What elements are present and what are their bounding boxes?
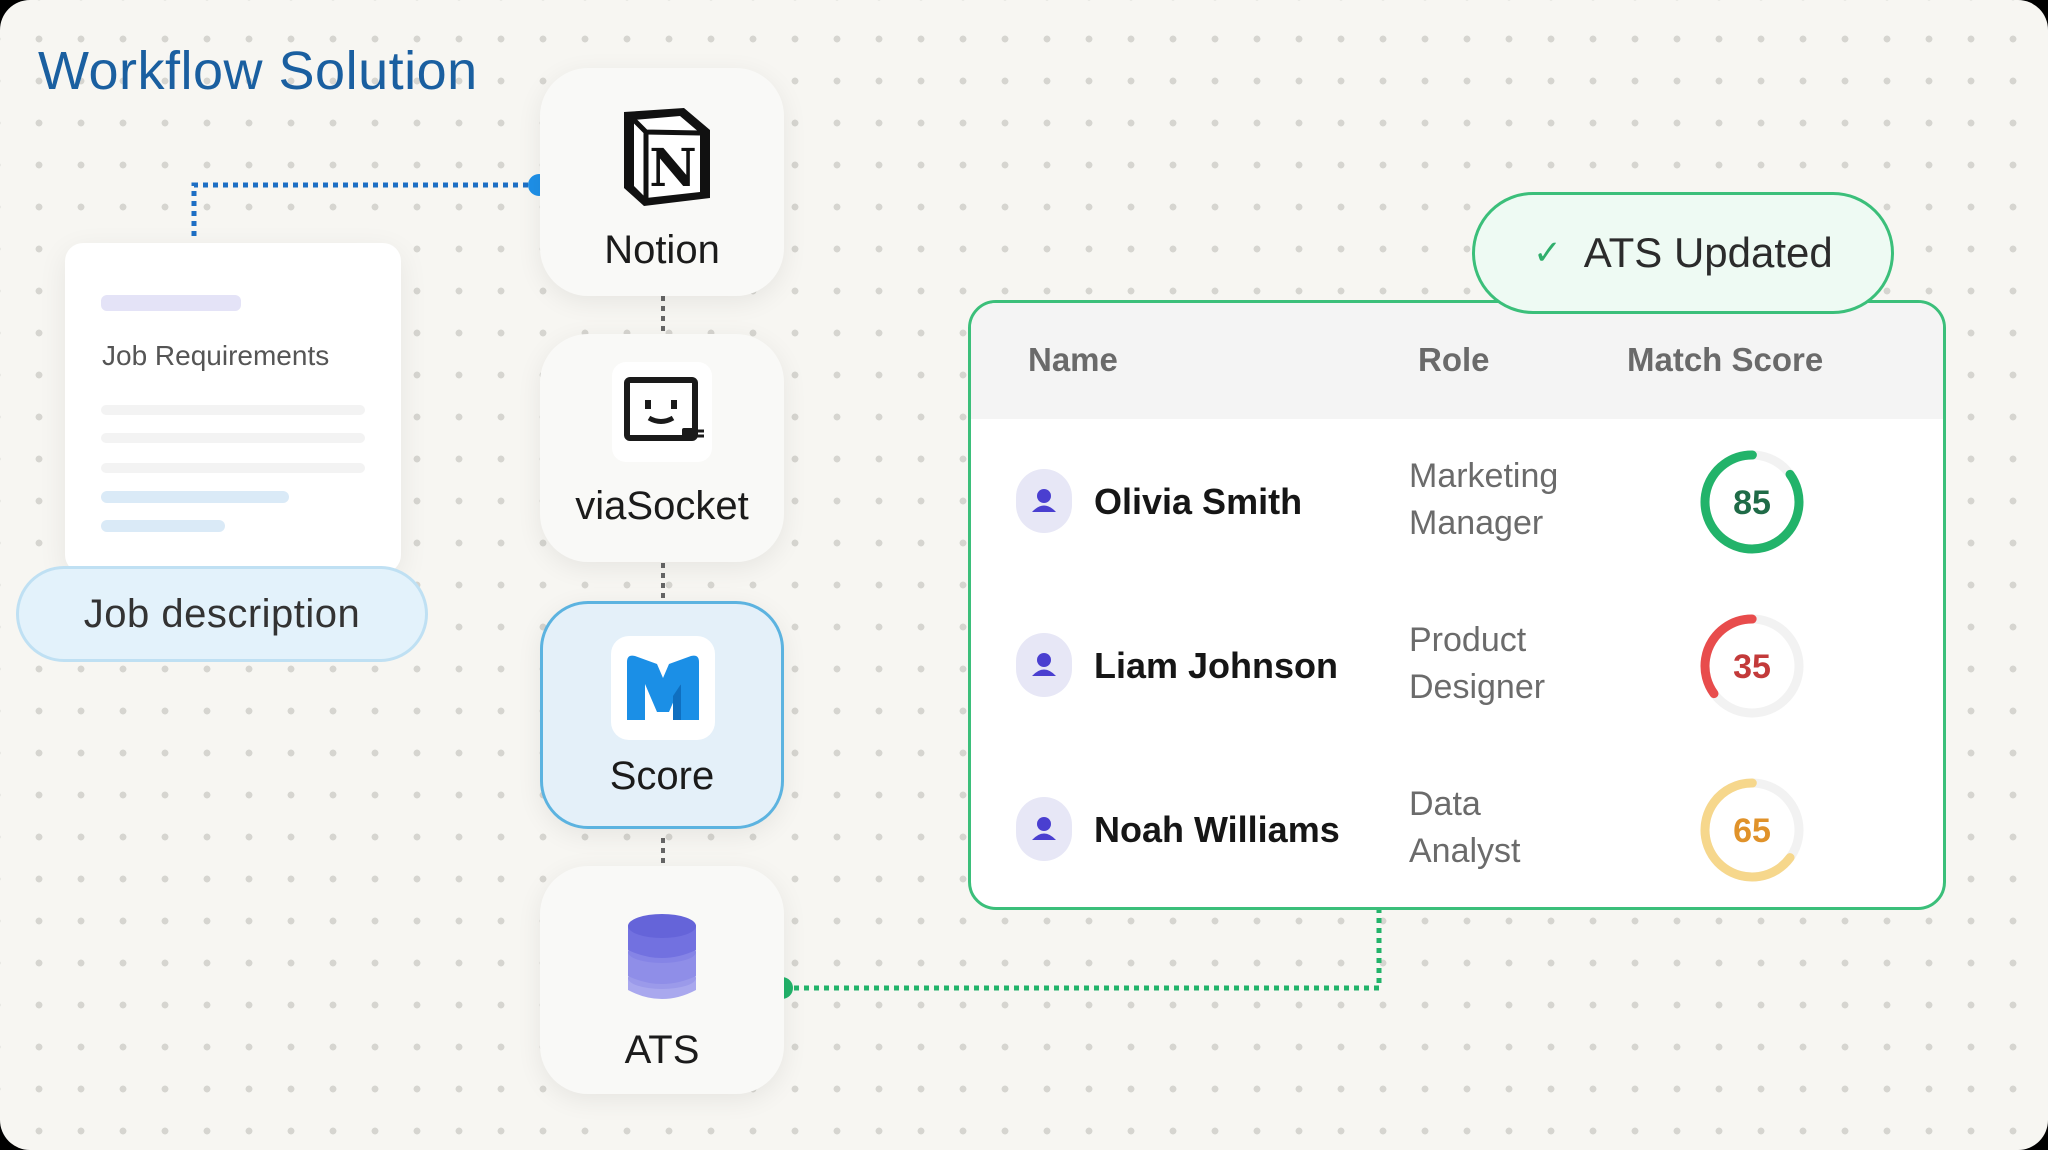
candidate-role-line-2: Analyst [1409,832,1521,870]
avatar [1016,797,1072,861]
candidate-name: Olivia Smith [1094,481,1303,522]
candidate-name: Noah Williams [1094,809,1340,850]
step-label-viasocket: viaSocket [575,484,749,528]
match-score-value: 85 [1733,484,1771,522]
candidate-table: Name Role Match Score Olivia Smith Marke… [968,300,1946,910]
green-connector-line [784,910,1382,991]
job-requirements-label: Job Requirements [102,340,330,371]
candidate-role: Data Analyst [1409,781,1629,875]
viasocket-bot-icon [612,362,712,462]
ats-updated-label: ATS Updated [1583,229,1833,276]
score-logo-icon [611,636,715,740]
candidate-role-line-2: Designer [1409,668,1546,706]
svg-text:N: N [649,138,697,199]
table-row[interactable]: Liam Johnson Product Designer 35 [971,583,1943,747]
avatar [1016,469,1072,533]
user-icon [1032,653,1056,676]
database-icon [628,914,696,999]
step-notion[interactable]: N Notion [540,68,784,296]
match-score-value: 65 [1733,812,1771,850]
job-requirements-document [65,243,401,573]
match-score-gauge: 35 [1700,614,1804,718]
column-header-match-score: Match Score [1627,341,1824,378]
step-label-notion: Notion [604,228,720,272]
candidate-role-line-1: Product [1409,621,1527,659]
table-header: Name Role Match Score [971,303,1943,419]
column-header-role: Role [1418,341,1490,378]
candidate-role: Marketing Manager [1409,453,1629,547]
candidate-role: Product Designer [1409,617,1629,711]
candidate-name: Liam Johnson [1094,645,1339,686]
candidate-role-line-1: Marketing [1409,457,1559,495]
step-viasocket[interactable]: viaSocket [540,334,784,562]
match-score-gauge: 85 [1700,450,1804,554]
match-score-value: 35 [1733,648,1771,686]
match-score-gauge: 65 [1700,778,1804,882]
table-row[interactable]: Noah Williams Data Analyst 65 [971,747,1943,907]
candidate-role-line-1: Data [1409,785,1481,823]
column-header-name: Name [1028,341,1118,378]
check-icon: ✓ [1533,234,1562,272]
candidate-role-line-2: Manager [1409,504,1544,542]
table-row[interactable]: Olivia Smith Marketing Manager 85 [971,419,1943,583]
job-description-pill[interactable]: Job description [16,566,428,662]
step-score[interactable]: Score [540,601,784,829]
workflow-canvas: Workflow Solution Job Requirements Job d… [0,0,2048,1150]
ats-updated-badge: ✓ ATS Updated [1472,192,1894,314]
step-ats[interactable]: ATS [540,866,784,1094]
step-label-ats: ATS [624,1028,700,1072]
avatar [1016,633,1072,697]
step-label-score: Score [609,754,715,798]
blue-connector-line [191,182,538,236]
user-icon [1032,817,1056,840]
user-icon [1032,489,1056,512]
notion-logo-icon: N [624,108,710,206]
